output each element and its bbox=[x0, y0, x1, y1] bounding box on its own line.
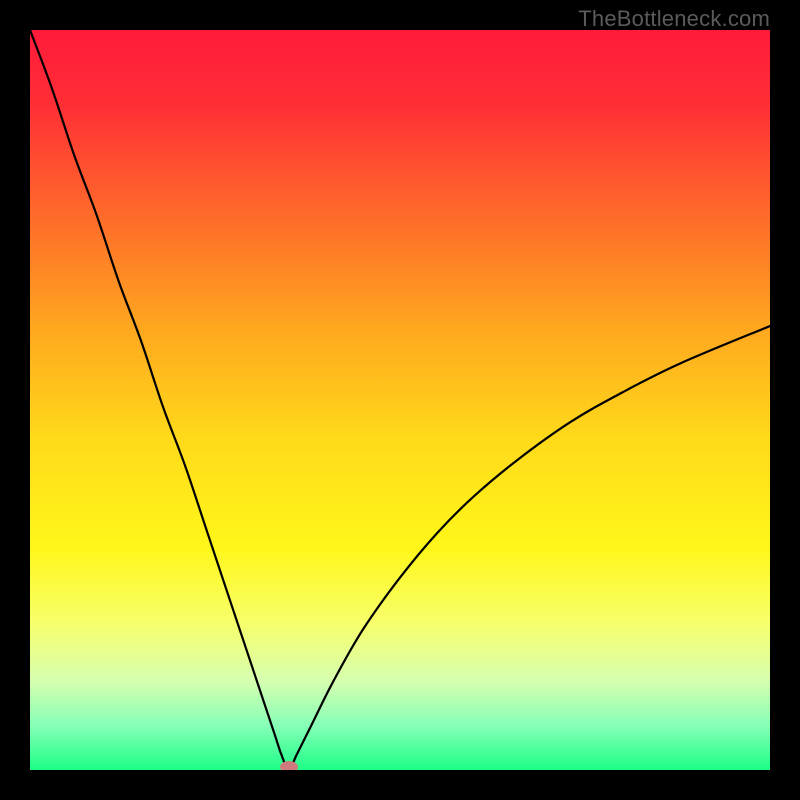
bottleneck-plot bbox=[30, 30, 770, 770]
watermark-text: TheBottleneck.com bbox=[578, 6, 770, 32]
chart-frame bbox=[30, 30, 770, 770]
gradient-background bbox=[30, 30, 770, 770]
